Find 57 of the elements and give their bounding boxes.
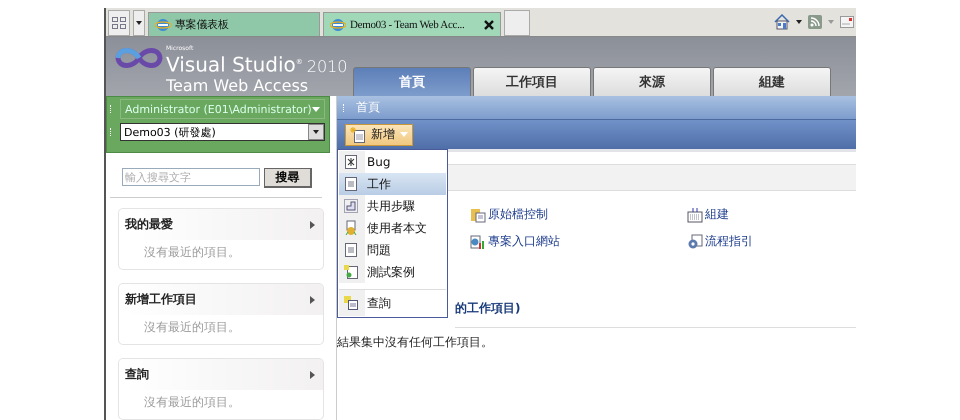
- product-subtitle: Team Web Access: [166, 76, 310, 95]
- tab-grid-button[interactable]: [108, 10, 130, 36]
- caret-icon: [136, 21, 142, 25]
- quick-link[interactable]: 流程指引: [687, 233, 856, 250]
- task-item-icon: [343, 176, 359, 192]
- browser-tab[interactable]: Demo03 - Team Web Acc...: [323, 12, 501, 36]
- empty-message: 沒有最近的項目。: [143, 319, 241, 336]
- new-button[interactable]: 新增: [345, 124, 413, 146]
- browser-tab[interactable]: 專案儀表板: [148, 12, 320, 36]
- result-message: 結果集中沒有任何工作項目。: [337, 334, 494, 351]
- tab-list-dropdown[interactable]: [133, 10, 145, 36]
- query-heading: 的工作項目): [455, 300, 856, 328]
- new-document-icon: [350, 126, 366, 142]
- caret-icon[interactable]: [796, 20, 802, 24]
- breadcrumb: 首頁: [356, 99, 380, 116]
- panel-title[interactable]: 我的最愛: [125, 216, 173, 233]
- mail-icon[interactable]: [840, 16, 854, 28]
- empty-message: 沒有最近的項目。: [143, 244, 241, 261]
- source-link-icon: [470, 206, 486, 222]
- panel-title[interactable]: 查詢: [125, 366, 149, 383]
- expand-arrow-icon[interactable]: [310, 220, 315, 228]
- quick-link[interactable]: 組建: [687, 206, 856, 223]
- caret-icon: [313, 130, 319, 134]
- menu-item[interactable]: 查詢: [339, 289, 446, 316]
- caret-icon: [400, 132, 408, 137]
- query-item-icon: [343, 295, 359, 311]
- project-select[interactable]: Demo03 (研發處): [120, 123, 325, 141]
- portal-link-icon: [470, 234, 486, 250]
- browser-logo-icon: [330, 16, 346, 32]
- panel-title[interactable]: 新增工作項目: [125, 291, 197, 308]
- expand-arrow-icon[interactable]: [310, 296, 315, 304]
- quick-link[interactable]: 專案入口網站: [470, 233, 687, 250]
- nav-tab[interactable]: 組建: [713, 67, 831, 96]
- bug-item-icon: [343, 154, 359, 170]
- close-icon[interactable]: [484, 20, 494, 30]
- steps-item-icon: [343, 198, 359, 214]
- caret-icon: [312, 106, 320, 112]
- expand-arrow-icon[interactable]: [310, 370, 315, 378]
- feed-icon[interactable]: [808, 15, 822, 29]
- search-field[interactable]: 輸入搜尋文字: [122, 168, 260, 186]
- menu-item[interactable]: 工作: [339, 173, 446, 195]
- story-item-icon: [343, 220, 359, 236]
- nav-tab[interactable]: 來源: [593, 67, 711, 96]
- empty-message: 沒有最近的項目。: [143, 394, 241, 411]
- grid-icon: [112, 17, 126, 29]
- search-button[interactable]: 搜尋: [264, 168, 312, 188]
- product-name: Visual Studio$^{®}$: [166, 52, 303, 75]
- nav-tab[interactable]: 工作項目: [473, 67, 591, 96]
- home-icon[interactable]: [774, 14, 790, 30]
- guidance-link-icon: [687, 234, 703, 250]
- browser-logo-icon: [155, 16, 171, 32]
- issue-item-icon: [343, 242, 359, 258]
- infinity-logo-icon: [114, 45, 164, 71]
- test-item-icon: [343, 264, 359, 280]
- build-link-icon: [687, 206, 703, 222]
- quick-link[interactable]: 原始檔控制: [470, 206, 687, 223]
- product-year: 2010: [306, 56, 348, 77]
